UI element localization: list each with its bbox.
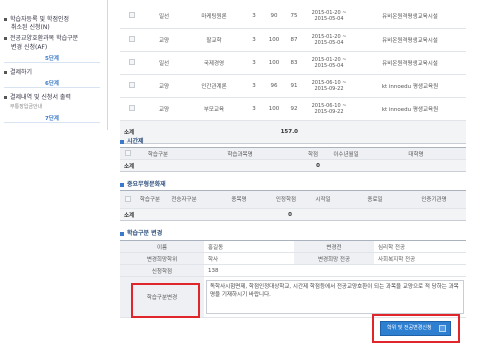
time-section-title: 시간제 (120, 136, 144, 145)
sidebar-step-7: 7단계 (0, 114, 104, 123)
time-table-header: 학습구분 학습과목명 학점 이수년월일 대학명 (120, 147, 466, 160)
select-all-checkbox[interactable] (125, 149, 131, 156)
submit-arrow-icon (439, 325, 446, 332)
sidebar-item-payment[interactable]: 결제하기 (4, 67, 32, 76)
cert-table: 학습구분 전승자구분 종목명 인정학점 시작일 종료일 인증기관명 소계 0 (120, 190, 466, 221)
table-row: 일선 국제경영 3 100 83 2015-01-20 ~2015-05-04 … (120, 51, 466, 75)
bullet-icon (4, 96, 7, 99)
cert-total-row: 소계 0 (120, 208, 466, 221)
row-checkbox[interactable] (129, 58, 135, 65)
row-checkbox[interactable] (129, 81, 135, 88)
table-row: 일선 마케팅원론 3 90 75 2015-01-20 ~2015-05-04 … (120, 5, 466, 29)
course-table: 일선 마케팅원론 3 90 75 2015-01-20 ~2015-05-04 … (120, 5, 466, 144)
select-all-checkbox[interactable] (125, 195, 131, 202)
section-marker-icon (120, 231, 124, 236)
table-row: 교양 부모교육 3 100 92 2015-06-10 ~2015-09-22 … (120, 97, 466, 121)
bullet-icon (4, 37, 7, 40)
submit-change-button[interactable]: 학위 및 전공변경신청 (380, 321, 451, 336)
section-marker-icon (120, 139, 124, 144)
change-row-name: 이름 홍길동 변경전 심리학 전공 (120, 240, 466, 253)
bullet-icon (4, 18, 7, 21)
time-table: 학습구분 학습과목명 학점 이수년월일 대학명 소계 0 (120, 147, 466, 172)
reason-textarea[interactable]: 독학사시험면제, 학점인정대상학교, 시간제 학점등에서 전공교양호환이 되는 … (206, 280, 464, 314)
reason-label-highlight (131, 283, 200, 318)
section-marker-icon (120, 182, 124, 187)
change-row-apply: 신청학점 138 (120, 264, 466, 277)
change-row-degree: 변경희망학위 학사 변경희망 전공 사회복지학 전공 (120, 252, 466, 265)
time-total-row: 소계 0 (120, 159, 466, 172)
left-sidebar: 학습자등록 및 학점인정 취소된 신청(N) 전공교양호환과목 학습구분 변경 … (0, 0, 108, 130)
sidebar-item-course-change-cont[interactable]: 변경 신청(AF) (11, 42, 47, 51)
row-checkbox[interactable] (129, 104, 135, 111)
bullet-icon (4, 71, 7, 74)
row-checkbox[interactable] (129, 12, 135, 19)
sidebar-sub-bank-transfer[interactable]: 무통장입금안내 (10, 103, 42, 110)
cert-table-header: 학습구분 전승자구분 종목명 인정학점 시작일 종료일 인증기관명 (120, 190, 466, 209)
sidebar-step-6: 6단계 (0, 79, 104, 88)
sidebar-step-5: 5단계 (0, 54, 104, 63)
table-row: 교양 팔교학 3 100 87 2015-01-20 ~2015-05-04 유… (120, 28, 466, 52)
sidebar-item-registration-cont[interactable]: 취소된 신청(N) (11, 22, 50, 31)
table-row: 교양 인간관계론 3 96 91 2015-06-10 ~2015-09-22 … (120, 74, 466, 98)
sidebar-item-payment-history[interactable]: 결제내역 및 신청서 출력 (4, 92, 71, 101)
cert-section-title: 중요무형문화재 (120, 179, 166, 188)
course-total-row: 소계 157.0 (120, 119, 466, 144)
sidebar-item-course-change[interactable]: 전공교양호환과목 학습구분 (4, 33, 78, 42)
change-section-title: 학습구분 변경 (120, 228, 162, 237)
row-checkbox[interactable] (129, 35, 135, 42)
